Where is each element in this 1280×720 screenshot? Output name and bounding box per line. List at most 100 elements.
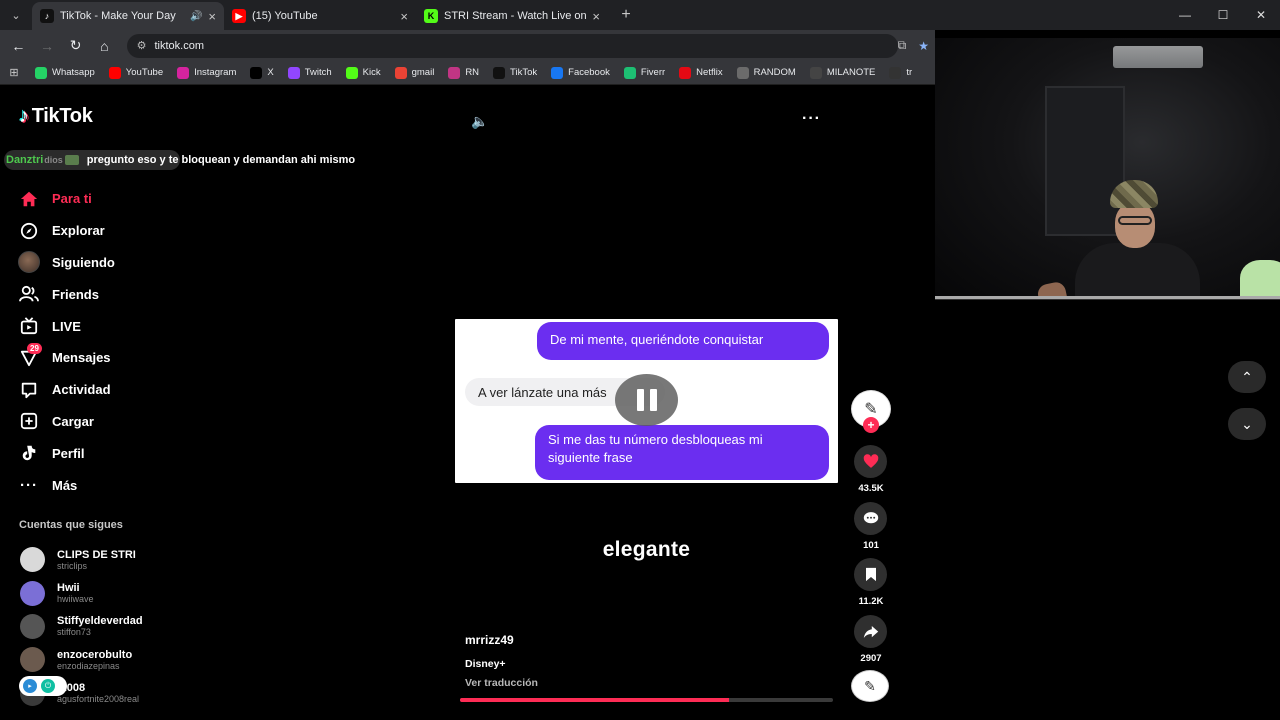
youtube-icon: ▶	[232, 9, 246, 23]
reload-icon[interactable]: ↻	[61, 37, 90, 54]
compass-icon	[18, 220, 40, 242]
site-info-icon[interactable]: ⚙	[137, 39, 147, 52]
floating-assistant-button[interactable]: ▸ ⏻	[19, 676, 67, 696]
desk-edge	[935, 296, 1280, 299]
video-player[interactable]: De mi mente, queriéndote conquistar A ve…	[455, 319, 838, 483]
nav-label: LIVE	[52, 318, 81, 334]
bookmark-label: Instagram	[194, 67, 237, 78]
bookmark-whatsapp[interactable]: Whatsapp	[28, 66, 102, 79]
video-author[interactable]: mrrizz49	[465, 633, 514, 647]
address-bar[interactable]: ⚙ tiktok.com	[126, 33, 898, 58]
video-progress-bar[interactable]	[460, 698, 833, 702]
bookmark-gmail[interactable]: gmail	[388, 66, 442, 79]
comment-button[interactable]	[854, 502, 887, 535]
new-tab-button[interactable]: +	[614, 6, 638, 24]
streamer-face	[1115, 202, 1155, 248]
avatar	[20, 647, 45, 673]
close-window-icon[interactable]: ✕	[1242, 0, 1280, 30]
minimize-icon[interactable]: —	[1166, 0, 1204, 30]
gmail-icon	[394, 66, 407, 79]
bookmark-random[interactable]: RANDOM	[730, 66, 803, 79]
list-item[interactable]: enzocerobulto enzodiazepinas	[20, 643, 190, 676]
url-text: tiktok.com	[154, 39, 205, 52]
bookmark-twitch[interactable]: Twitch	[281, 66, 339, 79]
close-tab-icon[interactable]: ×	[208, 9, 216, 24]
bookmark-facebook[interactable]: Facebook	[544, 66, 617, 79]
heart-icon	[863, 454, 878, 468]
cast-icon[interactable]: ⧉	[898, 38, 907, 53]
comment-icon	[863, 512, 878, 524]
sidebar-item-para-ti[interactable]: Para ti	[18, 183, 198, 215]
close-tab-icon[interactable]: ×	[400, 9, 408, 24]
sidebar-item-cargar[interactable]: Cargar	[18, 406, 198, 438]
tab-kick[interactable]: K STRI Stream - Watch Live on Ki ×	[416, 2, 608, 30]
sidebar-item-perfil[interactable]: Perfil	[18, 437, 198, 469]
maximize-icon[interactable]: ☐	[1204, 0, 1242, 30]
list-item[interactable]: CLIPS DE STRI striclips	[20, 543, 190, 576]
bookmark-tiktok[interactable]: TikTok	[486, 66, 544, 79]
follow-plus-icon[interactable]: +	[863, 417, 879, 433]
air-conditioner	[1113, 46, 1203, 68]
home-icon[interactable]: ⌂	[90, 38, 119, 54]
like-count: 43.5K	[858, 483, 884, 494]
bookmark-tr[interactable]: tr	[882, 66, 919, 79]
account-name: CLIPS DE STRI	[57, 548, 136, 561]
sidebar-item-siguiendo[interactable]: Siguiendo	[18, 247, 198, 279]
tab-tiktok[interactable]: ♪ TikTok - Make Your Day 🔊 ×	[32, 2, 224, 30]
account-handle: stiffon73	[57, 627, 91, 638]
bookmark-rn[interactable]: RN	[441, 66, 486, 79]
bookmark-label: X	[267, 67, 274, 78]
sidebar-item-live[interactable]: LIVE	[18, 310, 198, 342]
account-name: Stiffyeldeverdad	[57, 615, 143, 628]
save-button[interactable]	[854, 558, 887, 591]
share-button[interactable]	[854, 615, 887, 648]
nav-label: Siguiendo	[52, 254, 115, 270]
kick-icon: K	[424, 9, 438, 23]
bookmark-instagram[interactable]: Instagram	[170, 66, 243, 79]
music-disc[interactable]: ✎	[851, 670, 889, 702]
like-button[interactable]	[854, 445, 887, 478]
pause-button[interactable]	[615, 374, 678, 426]
volume-icon[interactable]: 🔈	[471, 113, 488, 130]
bookmark-label: gmail	[411, 67, 435, 78]
next-video-button[interactable]: ⌄	[1228, 408, 1266, 440]
audio-icon[interactable]: 🔊	[190, 11, 202, 22]
tab-youtube[interactable]: ▶ (15) YouTube ×	[224, 2, 416, 30]
bookmark-label: Whatsapp	[52, 67, 95, 78]
bookmark-youtube[interactable]: YouTube	[102, 66, 170, 79]
logo-text: TikTok	[31, 105, 93, 127]
video-caption: elegante	[602, 538, 691, 561]
bookmark-x[interactable]: X	[243, 66, 280, 79]
bookmark-star-icon[interactable]: ★	[918, 39, 929, 53]
sidebar-item-friends[interactable]: Friends	[18, 278, 198, 310]
sidebar-item-actividad[interactable]: Actividad	[18, 374, 198, 406]
chevron-up-icon: ⌃	[1241, 368, 1253, 385]
back-icon[interactable]: ←	[4, 38, 33, 54]
forward-icon[interactable]: →	[33, 38, 62, 54]
bookmark-netflix[interactable]: Netflix	[672, 66, 729, 79]
sidebar-item-mensajes[interactable]: 29 Mensajes	[18, 342, 198, 374]
following-avatar	[18, 251, 40, 274]
sidebar-item-mas[interactable]: ··· Más	[18, 469, 198, 501]
avatar	[18, 251, 40, 274]
more-icon: ···	[20, 476, 38, 494]
translate-link[interactable]: Ver traducción	[465, 677, 538, 689]
tab-search-icon[interactable]: ⌄	[0, 0, 32, 30]
list-item[interactable]: Stiffyeldeverdad stiffon73	[20, 610, 190, 643]
pause-bar	[649, 389, 657, 411]
kick-icon	[345, 66, 358, 79]
close-tab-icon[interactable]: ×	[592, 9, 600, 24]
sidebar-item-explorar[interactable]: Explorar	[18, 215, 198, 247]
chevron-down-icon: ⌄	[1241, 415, 1253, 432]
bookmark-kick[interactable]: Kick	[339, 66, 388, 79]
more-options-icon[interactable]: ···	[802, 110, 821, 128]
nav-label: Perfil	[52, 445, 85, 461]
previous-video-button[interactable]: ⌃	[1228, 361, 1266, 393]
twitch-icon	[287, 66, 300, 79]
bookmark-milanote[interactable]: MILANOTE	[803, 66, 883, 79]
bookmark-fiverr[interactable]: Fiverr	[617, 66, 672, 79]
list-item[interactable]: Hwii hwiiwave	[20, 576, 190, 609]
tiktok-logo[interactable]: ♪ TikTok	[19, 105, 93, 128]
account-text: Hwii hwiiwave	[57, 582, 94, 604]
apps-grid-icon[interactable]: ⊞	[0, 66, 28, 79]
